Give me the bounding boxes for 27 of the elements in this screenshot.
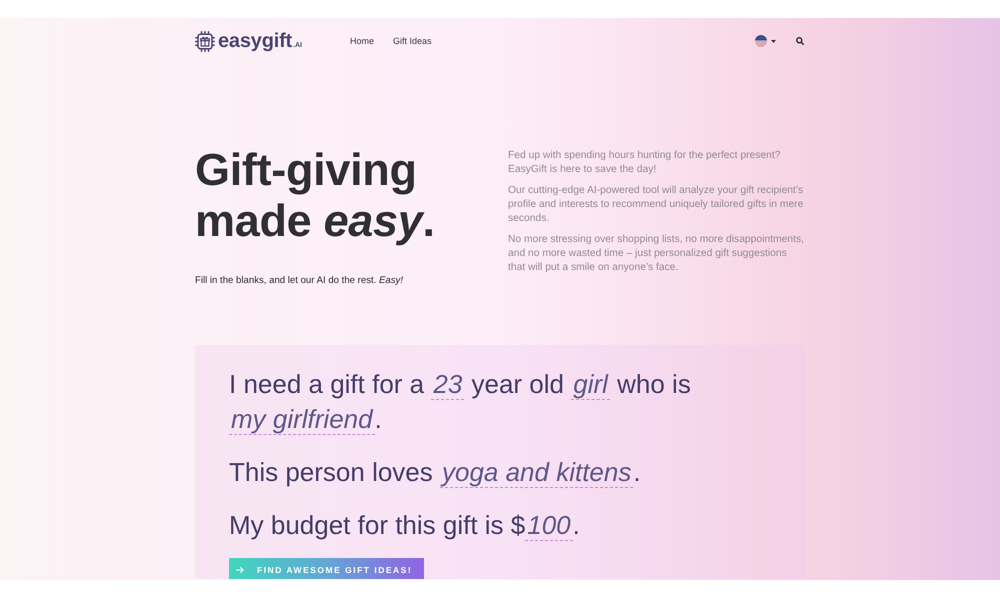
hero-heading: Gift-giving made easy. [195, 144, 436, 246]
hero-tagline: Fill in the blanks, and let our AI do the rest. Easy! [195, 274, 404, 288]
sentence-text: . [572, 510, 580, 540]
fill-in-field[interactable]: my girlfriend [229, 404, 375, 435]
fill-in-field[interactable]: 100 [525, 510, 573, 541]
fill-in-field[interactable]: girl [571, 369, 610, 400]
logo-text[interactable]: easygift [218, 29, 292, 53]
fill-in-field[interactable]: yoga and kittens [440, 457, 634, 488]
sentence-text: I need a gift for a [229, 369, 426, 399]
arrow-icon [236, 567, 244, 573]
sentence-text: who is [616, 369, 691, 399]
search-icon[interactable] [796, 37, 804, 45]
sentence-text: My budget for this gift is $ [229, 510, 526, 540]
intro-paragraph: Fed up with spending hours hunting for the perfect present? EasyGift is here to save the day! [508, 149, 782, 177]
sentence-text: . [374, 404, 382, 434]
nav-link[interactable]: Home [350, 35, 374, 47]
nav-link[interactable]: Gift Ideas [392, 35, 432, 47]
fill-in-field[interactable]: 23 [431, 369, 464, 400]
intro-paragraph: Our cutting-edge AI-powered tool will analyze your gift recipient’s profile and interests to recommend uniquely tailored gifts in mere seconds. [508, 184, 804, 226]
sentence-text: This person loves [229, 457, 434, 487]
find-gifts-button[interactable]: FIND AWESOME GIFT IDEAS! [229, 558, 424, 579]
flag-icon[interactable] [755, 35, 767, 47]
sentence-text: . [633, 457, 641, 487]
caret-icon[interactable] [771, 40, 776, 42]
sentence-text: year old [470, 369, 566, 399]
gift-chip-icon[interactable] [195, 30, 215, 52]
intro-paragraph: No more stressing over shopping lists, no more disappointments, and no more wasted time – just personalized gift suggestions that will put a smile on anyone’s face. [508, 233, 805, 275]
